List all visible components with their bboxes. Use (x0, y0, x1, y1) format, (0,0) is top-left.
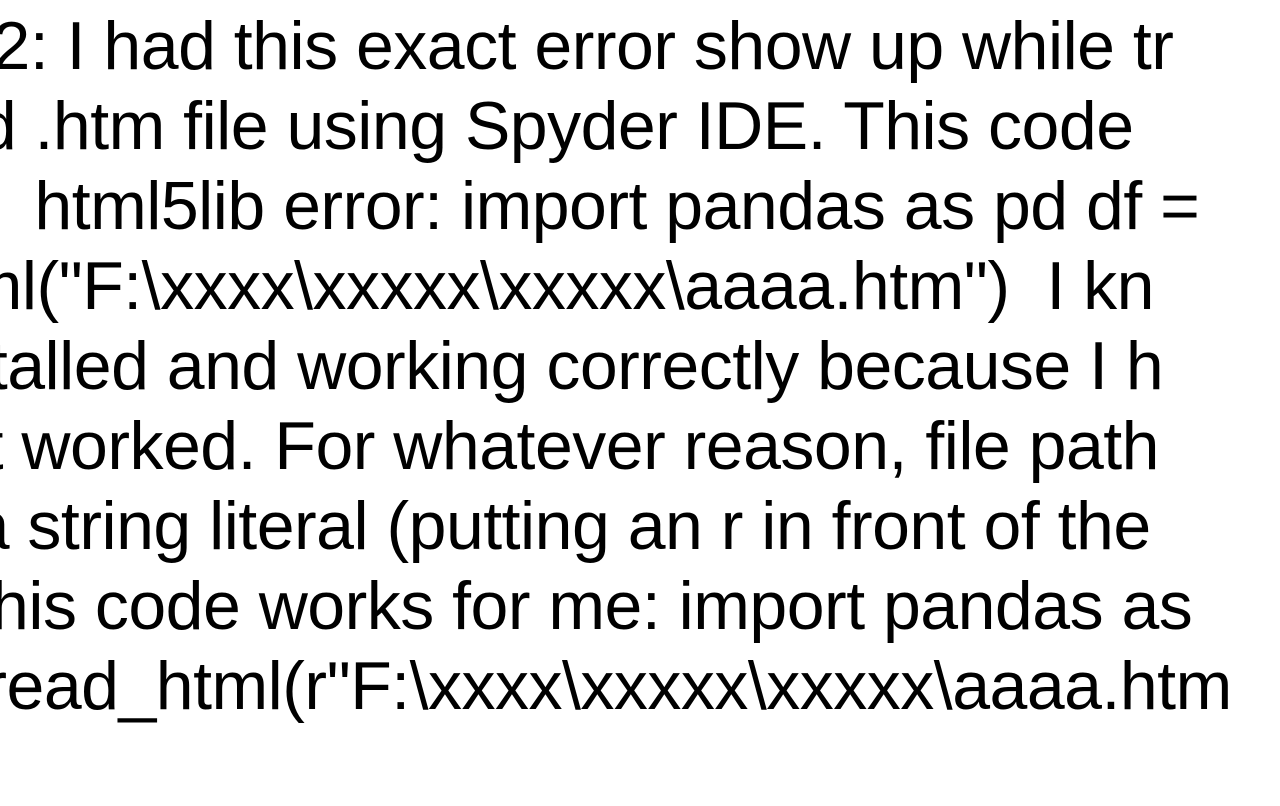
text-line-3: html("F:\xxxx\xxxxx\xxxxx\aaaa.htm") I k… (0, 246, 1154, 326)
text-line-8: read_html(r"F:\xxxx\xxxxx\xxxxx\aaaa.htm (0, 646, 1232, 726)
answer-body-text: r 2: I had this exact error show up whil… (0, 6, 1280, 726)
text-line-0: r 2: I had this exact error show up whil… (0, 6, 1173, 86)
text-line-6: e a string literal (putting an r in fron… (0, 486, 1151, 566)
text-line-4: nstalled and working correctly because I… (0, 326, 1163, 406)
text-line-5: hat worked. For whatever reason, file pa… (0, 406, 1159, 486)
text-line-2: html5lib error: import pandas as pd df = (16, 166, 1199, 246)
text-line-1: ved .htm file using Spyder IDE. This cod… (0, 86, 1134, 166)
text-line-7: This code works for me: import pandas as (0, 566, 1192, 646)
